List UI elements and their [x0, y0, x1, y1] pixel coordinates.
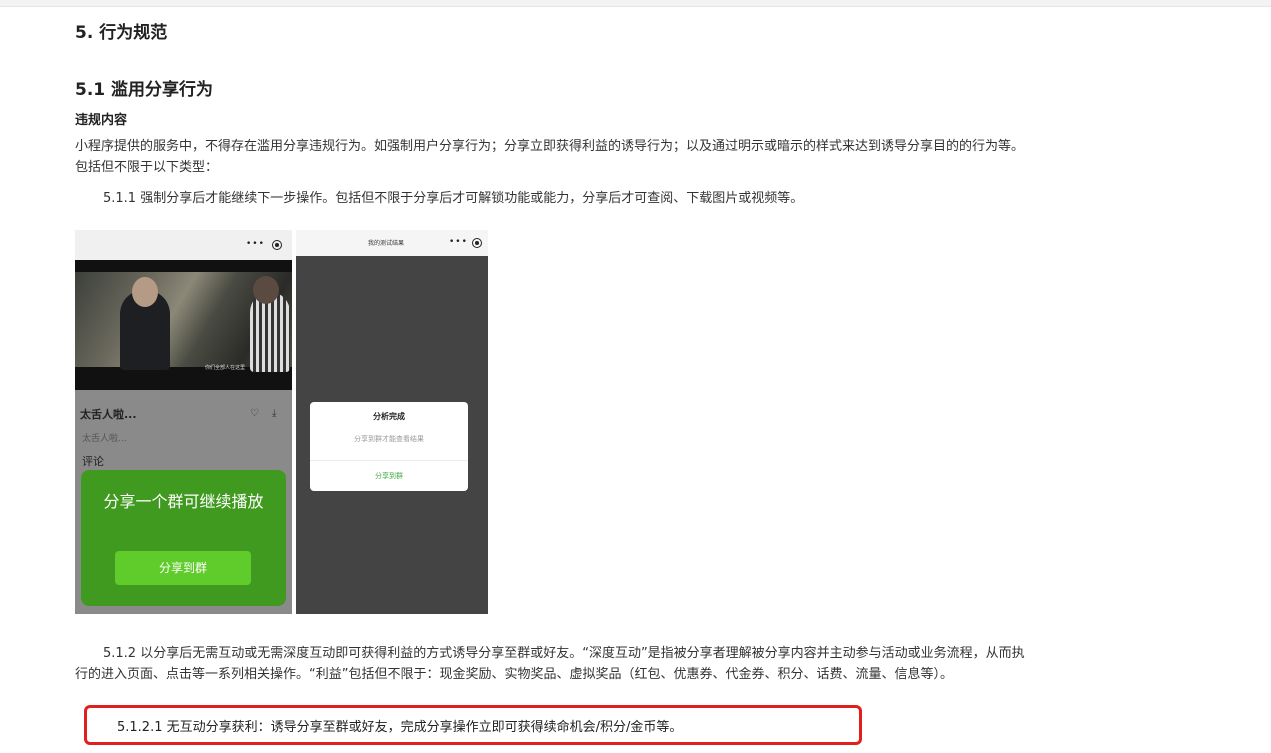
video-subtitle: 你们全部人在这里 — [205, 365, 246, 371]
result-dialog: 分析完成 分享到群才能查看结果 分享到群 — [310, 402, 468, 491]
example-screenshot-video: ••• 你们全部人在这里 太舌人啦... ♡ ⤓ 太舌人啦... 评论 分享一个… — [75, 230, 292, 614]
video-player: 你们全部人在这里 — [75, 260, 292, 390]
status-bar: 我的测试结果 ••• — [296, 230, 488, 256]
section-heading-5: 5. 行为规范 — [75, 23, 168, 43]
comments-label: 评论 — [82, 455, 104, 468]
status-bar: ••• — [75, 230, 292, 260]
section-heading-5-1: 5.1 滥用分享行为 — [75, 80, 214, 100]
intro-paragraph: 小程序提供的服务中，不得存在滥用分享违规行为。如强制用户分享行为；分享立即获得利… — [75, 139, 1025, 175]
heart-icon: ♡ — [250, 408, 259, 419]
download-icon: ⤓ — [272, 408, 277, 419]
share-overlay: 分享一个群可继续播放 分享到群 — [81, 470, 286, 606]
dialog-share-button[interactable]: 分享到群 — [310, 471, 468, 481]
video-frame: 你们全部人在这里 — [75, 272, 292, 372]
share-overlay-text: 分享一个群可继续播放 — [103, 492, 264, 511]
close-capsule-icon — [472, 238, 482, 248]
share-to-group-button[interactable]: 分享到群 — [115, 551, 251, 585]
dialog-divider — [310, 460, 468, 461]
dialog-message: 分享到群才能查看结果 — [354, 435, 424, 443]
top-bar — [0, 0, 1271, 7]
more-icon: ••• — [449, 237, 468, 247]
example-screenshot-test-result: 我的测试结果 ••• 分析完成 分享到群才能查看结果 分享到群 — [296, 230, 488, 614]
author-name: 太舌人啦... — [80, 408, 137, 421]
more-icon: ••• — [246, 239, 265, 249]
violation-label: 违规内容 — [75, 113, 128, 128]
mini-program-title: 我的测试结果 — [368, 240, 405, 247]
close-capsule-icon — [272, 240, 282, 250]
rule-5-1-1: 5.1.1 强制分享后才能继续下一步操作。包括但不限于分享后才可解锁功能或能力，… — [103, 191, 804, 206]
rule-5-1-2-1: 5.1.2.1 无互动分享获利：诱导分享至群或好友，完成分享操作立即可获得续命机… — [117, 720, 683, 735]
rule-5-1-2: 5.1.2 以分享后无需互动或无需深度互动即可获得利益的方式诱导分享至群或好友。… — [75, 646, 1025, 682]
dialog-title: 分析完成 — [373, 412, 405, 421]
author-handle: 太舌人啦... — [82, 434, 127, 444]
